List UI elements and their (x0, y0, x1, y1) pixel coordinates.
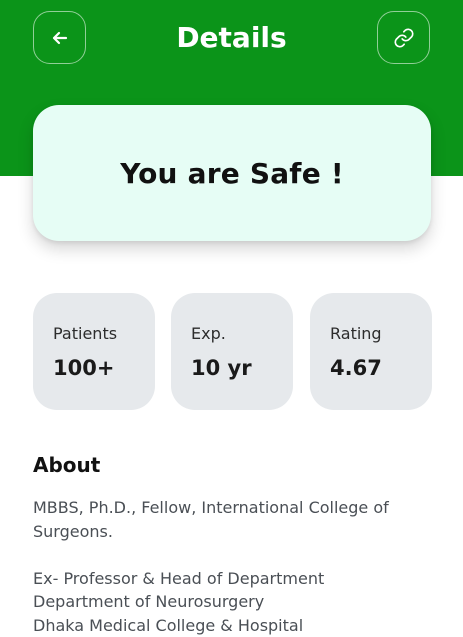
about-description: MBBS, Ph.D., Fellow, International Colle… (33, 496, 433, 637)
link-icon (393, 27, 415, 49)
stat-card-rating: Rating 4.67 (310, 293, 432, 410)
stat-card-patients: Patients 100+ (33, 293, 155, 410)
stat-label: Exp. (191, 324, 226, 343)
stat-value: 10 yr (191, 356, 252, 380)
about-position-line: Ex- Professor & Head of Department (33, 568, 325, 588)
about-heading: About (33, 453, 101, 477)
about-department-line: Department of Neurosurgery (33, 592, 265, 611)
stat-value: 100+ (53, 356, 115, 380)
stat-label: Rating (330, 324, 382, 343)
doctor-details-screen: Details You are Safe ! Patients 100+ Exp… (0, 0, 463, 637)
stat-label: Patients (53, 324, 118, 343)
about-institution-line: Dhaka Medical College & Hospital (33, 615, 304, 635)
link-button[interactable] (377, 11, 430, 64)
stat-value: 4.67 (330, 356, 382, 380)
about-qualifications: MBBS, Ph.D., Fellow, International Colle… (33, 498, 389, 541)
stat-card-experience: Exp. 10 yr (171, 293, 293, 410)
safety-status-card: You are Safe ! (33, 105, 431, 241)
safety-status-text: You are Safe ! (120, 156, 344, 190)
